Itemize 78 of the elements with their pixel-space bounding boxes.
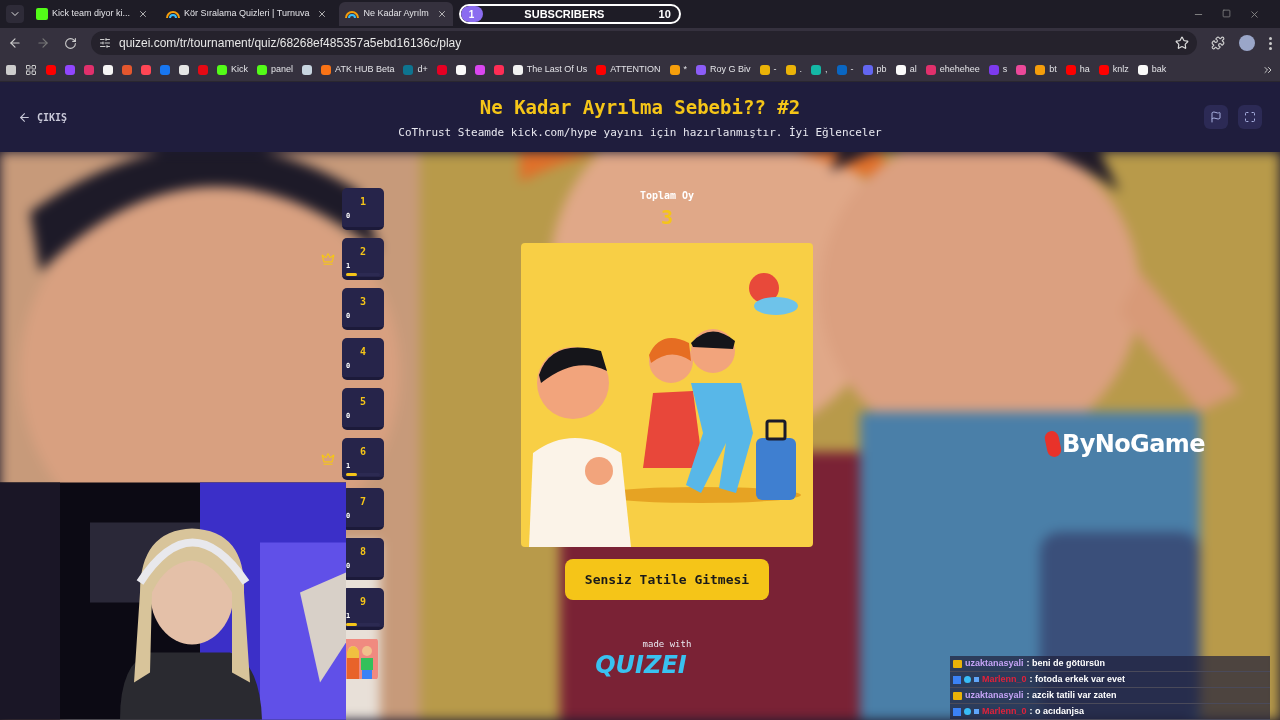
profile-avatar[interactable] bbox=[1239, 35, 1255, 51]
rainbow-icon bbox=[166, 9, 181, 19]
bookmark-label: ehehehee bbox=[939, 62, 980, 76]
back-arrow-icon bbox=[18, 110, 31, 124]
bookmark-label: - bbox=[773, 62, 777, 76]
close-icon[interactable] bbox=[317, 9, 328, 19]
goal-target: 10 bbox=[658, 6, 671, 22]
bookmark[interactable]: bak bbox=[1137, 62, 1167, 77]
bookmark[interactable]: ehehehee bbox=[925, 62, 980, 77]
maximize-icon[interactable] bbox=[1222, 8, 1231, 18]
fullscreen-button[interactable] bbox=[1238, 105, 1262, 129]
bookmark[interactable]: - bbox=[836, 62, 854, 77]
bookmark-label: ATK HUB Beta bbox=[335, 62, 395, 76]
bookmark-label: bt bbox=[1049, 62, 1057, 76]
close-icon[interactable] bbox=[436, 9, 447, 19]
bookmark[interactable]: pb bbox=[862, 62, 887, 77]
address-field[interactable]: quizei.com/tr/tournament/quiz/68268ef485357a5ebd16136c/play bbox=[91, 31, 1197, 55]
site-icon[interactable] bbox=[103, 64, 113, 75]
bookmark[interactable]: d+ bbox=[403, 62, 428, 77]
forward-icon[interactable] bbox=[36, 36, 50, 50]
browser-tab[interactable]: Ne Kadar Ayrılm bbox=[339, 2, 453, 26]
bookmark-label: , bbox=[825, 62, 828, 76]
bookmark[interactable]: knlz bbox=[1098, 62, 1129, 77]
bookmark-label: . bbox=[799, 62, 803, 76]
quiz-title: Ne Kadar Ayrılma Sebebi?? #2 bbox=[479, 94, 801, 120]
bookmark-label: Roy G Biv bbox=[710, 62, 751, 76]
bookmark[interactable]: bt bbox=[1035, 62, 1057, 77]
extensions-icon[interactable] bbox=[1211, 36, 1225, 50]
bookmark-label: d+ bbox=[417, 62, 428, 76]
site-settings-icon[interactable] bbox=[99, 37, 111, 49]
goal-label: SUBSCRIBERS bbox=[524, 6, 605, 22]
bookmark-label: Kick bbox=[231, 62, 248, 76]
bookmark-star-icon[interactable] bbox=[1175, 36, 1189, 50]
bookmark-label: ha bbox=[1079, 62, 1090, 76]
bookmark[interactable]: * bbox=[669, 62, 688, 77]
bookmark-label: ATTENTION bbox=[610, 62, 661, 76]
bookmark[interactable]: ATTENTION bbox=[596, 62, 661, 77]
close-icon[interactable] bbox=[1249, 8, 1260, 20]
bookmark[interactable]: , bbox=[811, 62, 828, 77]
bookmark[interactable]: ha bbox=[1065, 62, 1090, 77]
tab-search-icon[interactable] bbox=[6, 64, 16, 75]
bookmark[interactable]: Kick bbox=[217, 62, 248, 77]
exit-button[interactable]: ÇIKIŞ bbox=[18, 109, 178, 125]
bookmark-label: bak bbox=[1151, 62, 1167, 76]
bookmark-label: * bbox=[683, 62, 688, 76]
report-button[interactable] bbox=[1204, 105, 1228, 129]
browser-tab[interactable]: Kör Sıralama Quizleri | Turnuva bbox=[160, 2, 334, 26]
close-icon[interactable] bbox=[138, 9, 149, 19]
kick-icon bbox=[36, 8, 48, 20]
tab-list-button[interactable] bbox=[6, 5, 24, 23]
site-icon[interactable] bbox=[179, 64, 189, 75]
bookmark-label: pb bbox=[876, 62, 887, 76]
bookmark-label: The Last Of Us bbox=[526, 62, 588, 76]
bookmark[interactable]: ATK HUB Beta bbox=[321, 62, 395, 77]
bookmark[interactable]: . bbox=[785, 62, 803, 77]
menu-icon[interactable] bbox=[1269, 36, 1272, 50]
bookmark[interactable]: al bbox=[895, 62, 917, 77]
bookmark[interactable]: Roy G Biv bbox=[696, 62, 751, 77]
flag-icon bbox=[1210, 111, 1222, 123]
quiz-subtitle: CoThrust Steamde kick.com/hype yayını için hazırlanmıştır. İyi Eğlenceler bbox=[398, 125, 882, 141]
apps-icon[interactable] bbox=[25, 63, 37, 76]
bookmark[interactable]: s bbox=[988, 62, 1008, 77]
bookmark[interactable]: - bbox=[759, 62, 777, 77]
back-icon[interactable] bbox=[8, 36, 22, 50]
bookmark-label: al bbox=[909, 62, 917, 76]
browser-tab[interactable]: Kick team diyor ki... bbox=[30, 2, 155, 26]
bookmark-label: panel bbox=[271, 62, 294, 76]
bookmark-label: s bbox=[1002, 62, 1008, 76]
site-icon[interactable] bbox=[302, 64, 313, 75]
fullscreen-icon bbox=[1244, 111, 1256, 123]
bookmark[interactable]: The Last Of Us bbox=[512, 62, 588, 77]
reload-icon[interactable] bbox=[64, 36, 77, 50]
bookmark[interactable]: panel bbox=[257, 62, 294, 77]
site-icon[interactable] bbox=[455, 64, 466, 75]
rainbow-icon bbox=[345, 9, 360, 19]
bookmark-label: knlz bbox=[1112, 62, 1129, 76]
bookmark-label: - bbox=[850, 62, 854, 76]
goal-current: 1 bbox=[468, 7, 475, 22]
